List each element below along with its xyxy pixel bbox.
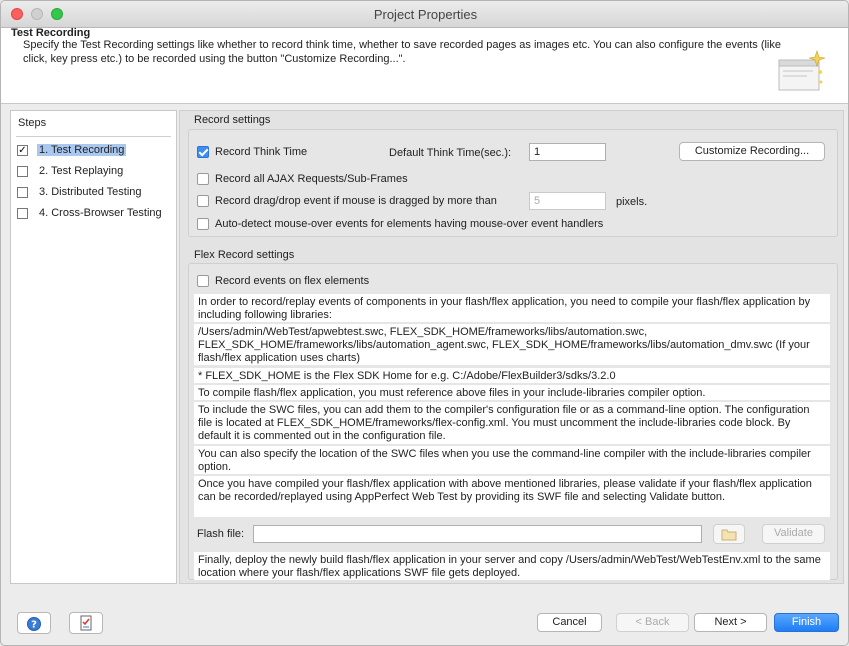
checklist-button[interactable]: [69, 612, 103, 634]
steps-panel: Steps ✓ 1. Test Recording 2. Test Replay…: [10, 110, 177, 584]
step-cross-browser-testing[interactable]: 4. Cross-Browser Testing: [17, 205, 164, 221]
checklist-icon: [80, 615, 92, 631]
record-settings-title: Record settings: [194, 114, 271, 126]
back-button[interactable]: < Back: [616, 613, 689, 632]
default-think-time-input[interactable]: 1: [529, 143, 606, 161]
customize-recording-button[interactable]: Customize Recording...: [679, 142, 825, 161]
page-title: Test Recording: [11, 27, 91, 39]
step-check-icon: [17, 207, 28, 219]
flex-info-paragraph: To include the SWC files, you can add th…: [194, 402, 830, 444]
record-ajax-checkbox[interactable]: Record all AJAX Requests/Sub-Frames: [197, 173, 408, 185]
flex-settings-group: Record events on flex elements In order …: [188, 263, 838, 580]
step-check-icon: [17, 186, 28, 198]
help-button[interactable]: ?: [17, 612, 51, 634]
flash-file-input[interactable]: [253, 525, 702, 543]
flex-info-paragraph: Once you have compiled your flash/flex a…: [194, 476, 830, 517]
folder-icon: [721, 529, 737, 541]
svg-text:?: ?: [31, 620, 37, 631]
record-drag-drop-checkbox[interactable]: Record drag/drop event if mouse is dragg…: [197, 195, 497, 207]
deploy-info-paragraph: Finally, deploy the newly build flash/fl…: [194, 552, 830, 580]
record-think-time-label: Record Think Time: [215, 146, 308, 158]
step-label: 3. Distributed Testing: [39, 186, 142, 198]
auto-detect-mouseover-label: Auto-detect mouse-over events for elemen…: [215, 218, 604, 230]
project-properties-window: Project Properties Test Recording Specif…: [0, 0, 849, 646]
checkbox-box: [197, 146, 209, 158]
wizard-banner-icon: [778, 50, 825, 91]
step-label: 1. Test Recording: [37, 144, 127, 156]
flex-settings-title: Flex Record settings: [194, 249, 295, 261]
title-bar: Project Properties: [1, 1, 848, 28]
steps-title: Steps: [18, 117, 47, 129]
default-think-time-label: Default Think Time(sec.):: [389, 147, 512, 159]
checkbox-box: [197, 275, 209, 287]
record-flex-events-checkbox[interactable]: Record events on flex elements: [197, 275, 369, 287]
cancel-button[interactable]: Cancel: [537, 613, 602, 632]
finish-button[interactable]: Finish: [774, 613, 839, 632]
step-check-icon: [17, 165, 28, 177]
record-settings-group: Record Think Time Default Think Time(sec…: [188, 129, 838, 237]
flex-info-paragraph: /Users/admin/WebTest/apwebtest.swc, FLEX…: [194, 324, 830, 365]
validate-button[interactable]: Validate: [762, 524, 825, 544]
step-distributed-testing[interactable]: 3. Distributed Testing: [17, 184, 144, 200]
pixels-label: pixels.: [616, 196, 648, 208]
flash-file-label: Flash file:: [197, 528, 245, 540]
auto-detect-mouseover-checkbox[interactable]: Auto-detect mouse-over events for elemen…: [197, 218, 603, 230]
window-title: Project Properties: [373, 7, 478, 22]
settings-panel: Record settings Record Think Time Defaul…: [179, 110, 844, 584]
checkbox-box: [197, 195, 209, 207]
browse-folder-button[interactable]: [713, 524, 745, 544]
checkbox-box: [197, 218, 209, 230]
flex-info-paragraph: In order to record/replay events of comp…: [194, 294, 830, 322]
flex-info-paragraph: * FLEX_SDK_HOME is the Flex SDK Home for…: [194, 368, 830, 383]
step-label: 4. Cross-Browser Testing: [39, 207, 162, 219]
record-think-time-checkbox[interactable]: Record Think Time: [197, 146, 307, 158]
record-flex-events-label: Record events on flex elements: [215, 275, 370, 287]
next-button[interactable]: Next >: [694, 613, 767, 632]
drag-pixels-input[interactable]: 5: [529, 192, 606, 210]
steps-divider: [16, 136, 171, 137]
record-drag-drop-label: Record drag/drop event if mouse is dragg…: [215, 195, 497, 207]
help-icon: ?: [27, 617, 41, 631]
flex-info-paragraph: To compile flash/flex application, you m…: [194, 385, 830, 400]
page-description: Specify the Test Recording settings like…: [23, 39, 781, 65]
step-test-replaying[interactable]: 2. Test Replaying: [17, 163, 125, 179]
flex-info-paragraph: You can also specify the location of the…: [194, 446, 830, 474]
record-ajax-label: Record all AJAX Requests/Sub-Frames: [215, 173, 408, 185]
checkbox-box: [197, 173, 209, 185]
step-test-recording[interactable]: ✓ 1. Test Recording: [17, 142, 127, 158]
step-label: 2. Test Replaying: [39, 165, 124, 177]
step-check-icon: ✓: [17, 144, 28, 156]
wizard-header: Test Recording Specify the Test Recordin…: [1, 27, 848, 104]
